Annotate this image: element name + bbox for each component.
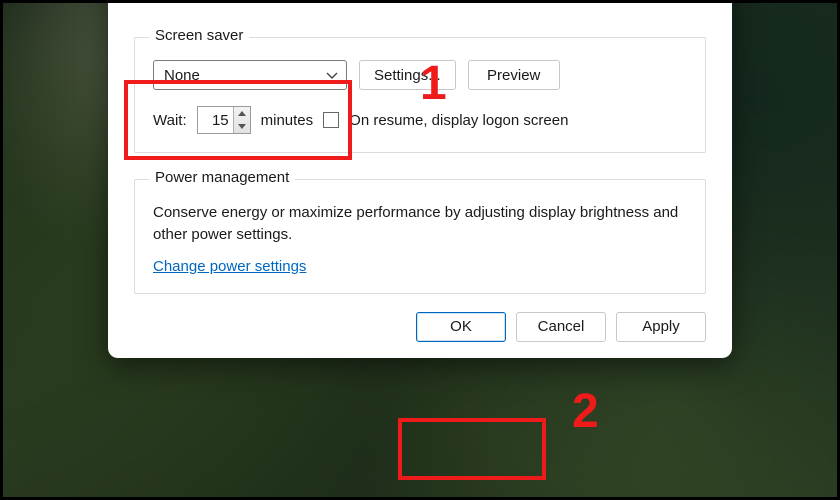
cancel-button[interactable]: Cancel [516, 312, 606, 342]
wait-label: Wait: [153, 112, 187, 129]
screensaver-select[interactable]: None [153, 60, 347, 90]
dialog-footer: OK Cancel Apply [134, 312, 706, 342]
spinner-arrows[interactable] [233, 107, 250, 133]
screensaver-group: Screen saver None Settings... Preview Wa… [134, 37, 706, 153]
cancel-button-label: Cancel [538, 318, 585, 335]
on-resume-label: On resume, display logon screen [349, 112, 568, 129]
power-management-description: Conserve energy or maximize performance … [153, 202, 687, 246]
spinner-up-icon[interactable] [234, 107, 250, 120]
spinner-down-icon[interactable] [234, 120, 250, 133]
ok-button[interactable]: OK [416, 312, 506, 342]
screensaver-select-value: None [164, 67, 200, 84]
apply-button-label: Apply [642, 318, 680, 335]
preview-button[interactable]: Preview [468, 60, 560, 90]
chevron-down-icon [326, 67, 338, 84]
change-power-settings-link[interactable]: Change power settings [153, 258, 306, 275]
on-resume-checkbox[interactable] [323, 112, 339, 128]
preview-button-label: Preview [487, 67, 540, 84]
ok-button-label: OK [450, 318, 472, 335]
wait-minutes-spinner[interactable]: 15 [197, 106, 251, 134]
apply-button[interactable]: Apply [616, 312, 706, 342]
power-management-group: Power management Conserve energy or maxi… [134, 179, 706, 294]
minutes-label: minutes [261, 112, 314, 129]
screensaver-legend: Screen saver [149, 27, 249, 44]
power-management-legend: Power management [149, 169, 295, 186]
settings-button[interactable]: Settings... [359, 60, 456, 90]
wait-minutes-value: 15 [198, 112, 233, 129]
screen-saver-settings-dialog: Screen saver None Settings... Preview Wa… [108, 0, 732, 358]
settings-button-label: Settings... [374, 67, 441, 84]
